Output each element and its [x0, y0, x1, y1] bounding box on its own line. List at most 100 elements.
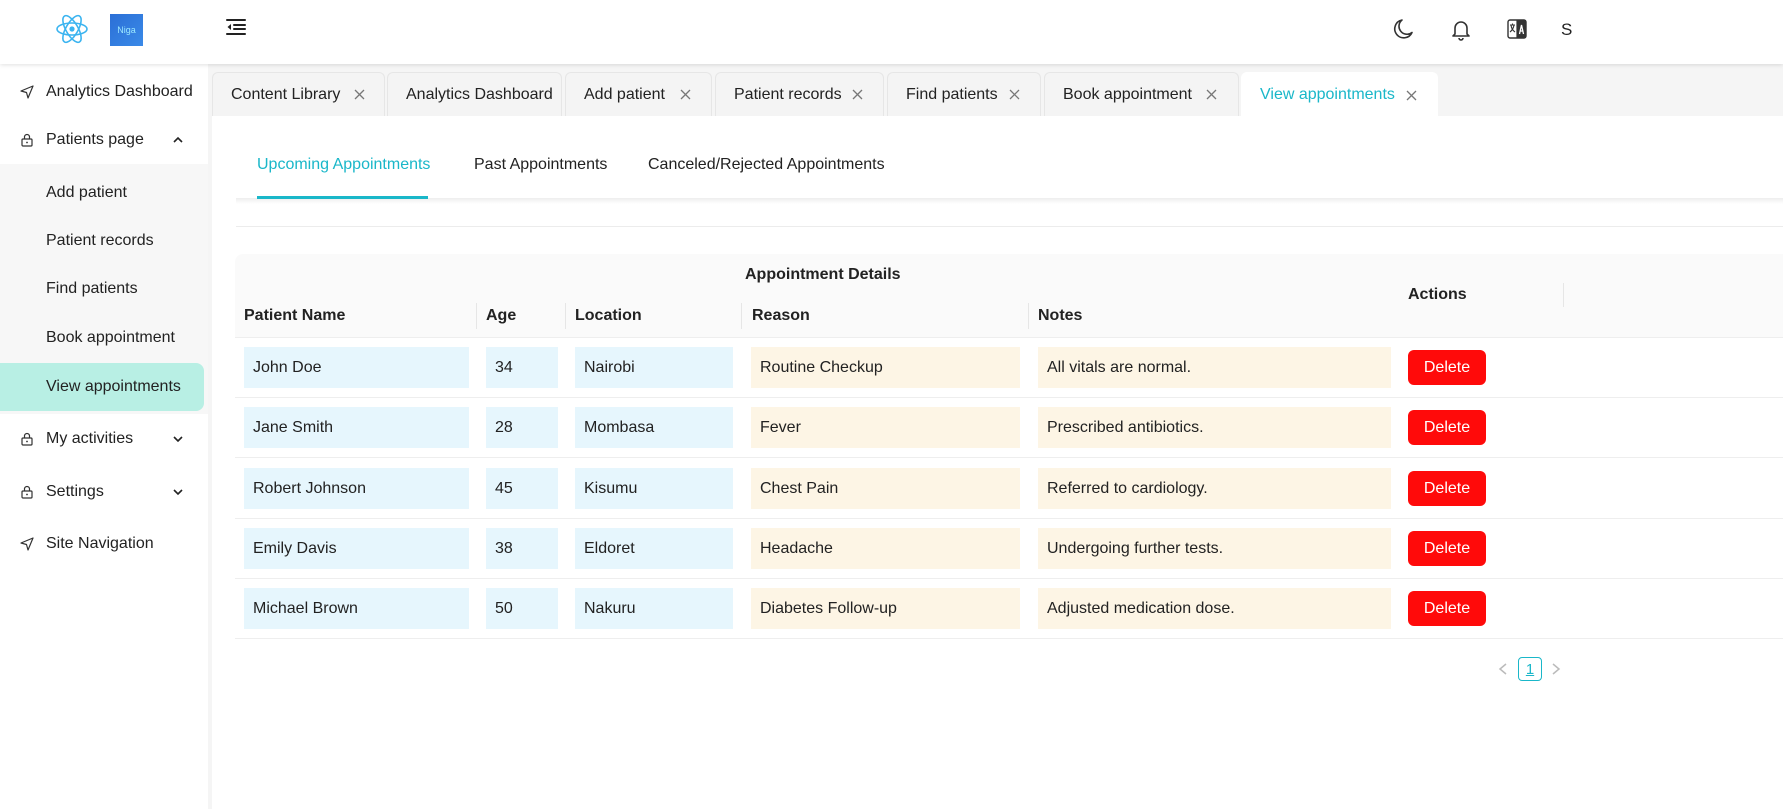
delete-button[interactable]: Delete [1408, 591, 1486, 626]
tab-label: View appointments [1260, 86, 1395, 103]
appointments-panel [212, 116, 1783, 809]
delete-button[interactable]: Delete [1408, 471, 1486, 506]
subtab-bar-shadow [236, 198, 1783, 204]
chevron-down-icon [173, 489, 183, 496]
sidebar-item-label: View appointments [46, 378, 181, 395]
column-group-appointment-details: Appointment Details [745, 266, 901, 283]
sidebar-item-label: Add patient [46, 184, 127, 201]
close-icon[interactable] [1406, 90, 1417, 101]
column-header-notes: Notes [1038, 307, 1083, 324]
delete-button[interactable]: Delete [1408, 350, 1486, 385]
active-subtab-indicator [257, 196, 428, 199]
cell-patient-name: Robert Johnson [244, 468, 469, 509]
row-divider [235, 518, 1783, 519]
tab-find-patients[interactable]: Find patients [887, 72, 1041, 116]
sidebar-item-patients-page[interactable]: Patients page [0, 116, 208, 164]
cell-reason: Headache [751, 528, 1020, 569]
delete-button[interactable]: Delete [1408, 531, 1486, 566]
tab-content-library[interactable]: Content Library [212, 72, 385, 116]
cell-patient-name: Michael Brown [244, 588, 469, 629]
tab-label: Add patient [584, 85, 665, 103]
column-header-reason: Reason [752, 307, 810, 324]
column-header-actions: Actions [1408, 286, 1467, 303]
tab-view-appointments[interactable]: View appointments [1241, 72, 1438, 117]
sidebar-item-analytics-dashboard[interactable]: Analytics Dashboard [0, 68, 208, 116]
cell-location: Kisumu [575, 468, 733, 509]
column-header-location: Location [575, 307, 642, 324]
pagination-page-button[interactable]: 1 [1518, 657, 1542, 681]
column-divider [565, 303, 566, 329]
cell-age: 34 [486, 347, 558, 388]
sidebar-item-label: Patient records [46, 232, 154, 249]
tab-label: Analytics Dashboard [406, 85, 553, 103]
column-header-patient-name: Patient Name [244, 307, 346, 324]
lock-icon [21, 432, 33, 446]
chevron-left-icon[interactable] [1497, 662, 1509, 676]
bell-icon[interactable] [1449, 17, 1473, 41]
cell-notes: Prescribed antibiotics. [1038, 407, 1391, 448]
cell-notes: Undergoing further tests. [1038, 528, 1391, 569]
column-divider [1563, 283, 1564, 307]
subtab-past-appointments[interactable]: Past Appointments [474, 156, 607, 174]
cell-age: 28 [486, 407, 558, 448]
sidebar-item-label: Analytics Dashboard [46, 83, 193, 100]
tab-analytics-dashboard[interactable]: Analytics Dashboard [387, 72, 562, 116]
sidebar-item-label: Book appointment [46, 329, 175, 346]
row-divider [235, 638, 1783, 639]
close-icon[interactable] [1009, 89, 1020, 100]
translate-icon[interactable] [1505, 17, 1529, 41]
sidebar-item-site-navigation[interactable]: Site Navigation [0, 520, 208, 568]
cell-location: Nairobi [575, 347, 733, 388]
cell-age: 38 [486, 528, 558, 569]
row-divider [235, 397, 1783, 398]
subtab-upcoming-appointments[interactable]: Upcoming Appointments [257, 156, 430, 174]
sidebar-item-add-patient[interactable]: Add patient [0, 169, 208, 217]
user-avatar-initial[interactable]: S [1561, 20, 1572, 40]
column-divider [741, 303, 742, 329]
cell-notes: All vitals are normal. [1038, 347, 1391, 388]
tab-patient-records[interactable]: Patient records [715, 72, 884, 116]
cell-reason: Fever [751, 407, 1020, 448]
chevron-down-icon [173, 436, 183, 443]
cell-notes: Adjusted medication dose. [1038, 588, 1391, 629]
send-icon [20, 85, 34, 99]
sidebar-item-label: Settings [46, 483, 104, 500]
delete-button[interactable]: Delete [1408, 410, 1486, 445]
cell-location: Eldoret [575, 528, 733, 569]
sidebar-item-book-appointment[interactable]: Book appointment [0, 314, 208, 362]
close-icon[interactable] [354, 89, 365, 100]
cell-reason: Chest Pain [751, 468, 1020, 509]
subtab-canceled-rejected-appointments[interactable]: Canceled/Rejected Appointments [648, 156, 885, 174]
close-icon[interactable] [680, 89, 691, 100]
close-icon[interactable] [852, 89, 863, 100]
cell-age: 50 [486, 588, 558, 629]
tab-add-patient[interactable]: Add patient [565, 72, 712, 116]
sidebar-item-settings[interactable]: Settings [0, 468, 208, 516]
react-logo-icon [56, 14, 88, 44]
tab-book-appointment[interactable]: Book appointment [1044, 72, 1239, 116]
sidebar-item-my-activities[interactable]: My activities [0, 415, 208, 463]
close-icon[interactable] [1206, 89, 1217, 100]
table-header [235, 254, 1783, 338]
lock-icon [21, 485, 33, 499]
chevron-right-icon[interactable] [1550, 662, 1562, 676]
row-divider [235, 578, 1783, 579]
cell-patient-name: Jane Smith [244, 407, 469, 448]
tab-label: Find patients [906, 85, 998, 103]
cell-location: Nakuru [575, 588, 733, 629]
cell-reason: Diabetes Follow-up [751, 588, 1020, 629]
sidebar: Analytics Dashboard Patients page Add pa… [0, 64, 208, 809]
row-divider [235, 457, 1783, 458]
sidebar-item-find-patients[interactable]: Find patients [0, 265, 208, 313]
sidebar-item-label: Patients page [46, 131, 144, 148]
sidebar-item-label: My activities [46, 430, 134, 447]
moon-icon[interactable] [1392, 17, 1416, 41]
menu-collapse-icon[interactable] [224, 15, 248, 39]
sidebar-item-patient-records[interactable]: Patient records [0, 217, 208, 265]
cell-notes: Referred to cardiology. [1038, 468, 1391, 509]
cell-patient-name: Emily Davis [244, 528, 469, 569]
top-header: Niga S [0, 0, 1783, 64]
divider [236, 226, 1783, 227]
cell-location: Mombasa [575, 407, 733, 448]
sidebar-item-view-appointments[interactable]: View appointments [0, 363, 204, 411]
